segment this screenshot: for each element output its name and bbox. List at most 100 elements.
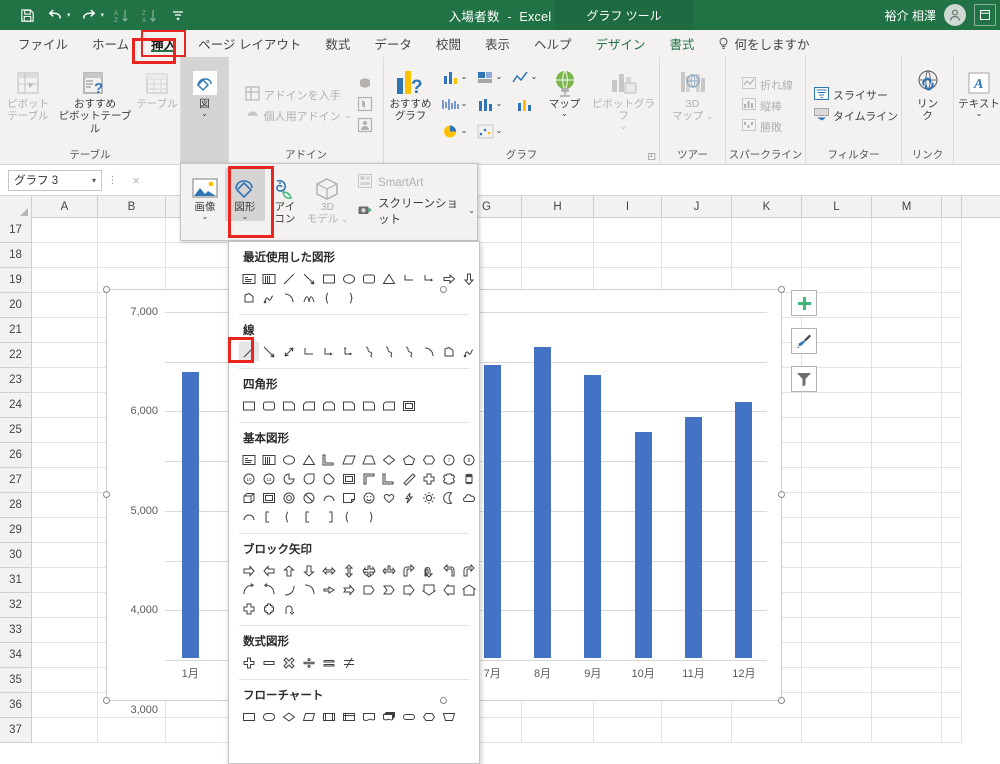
cell-M30[interactable] <box>872 543 942 568</box>
cell-M24[interactable] <box>872 393 942 418</box>
shape-item-rarr2[interactable] <box>459 561 479 580</box>
shape-item-notch[interactable] <box>339 580 359 599</box>
screenshot-button[interactable]: スクリーンショット ⌄ <box>358 195 475 227</box>
name-box[interactable]: グラフ 3 ▾ <box>8 169 102 191</box>
cell-B37[interactable] <box>98 718 166 743</box>
shape-item-smiley[interactable] <box>359 488 379 507</box>
bar-10月[interactable] <box>634 431 652 658</box>
pivot-chart-button[interactable]: ピボットグラフ ⌄ <box>588 60 660 131</box>
cell-undefined24[interactable] <box>942 393 962 418</box>
cell-A17[interactable] <box>32 218 98 243</box>
shape-item-teardrop[interactable] <box>299 469 319 488</box>
cell-M31[interactable] <box>872 568 942 593</box>
shape-item-ablh[interactable] <box>319 561 339 580</box>
shape-item-round2[interactable] <box>379 396 399 415</box>
resize-handle-bottom-right[interactable] <box>778 697 785 704</box>
row-header-31[interactable]: 31 <box>0 568 32 593</box>
row-header-29[interactable]: 29 <box>0 518 32 543</box>
shape-item-rect[interactable] <box>239 396 259 415</box>
cell-M32[interactable] <box>872 593 942 618</box>
cell-M27[interactable] <box>872 468 942 493</box>
cell-L31[interactable] <box>802 568 872 593</box>
shape-item-div[interactable] <box>299 653 319 672</box>
row-header-20[interactable]: 20 <box>0 293 32 318</box>
pivot-table-button[interactable]: ピボット テーブル <box>0 60 56 131</box>
shape-item-curve1[interactable] <box>359 342 379 361</box>
shape-item-larr[interactable] <box>439 561 459 580</box>
undo-dropdown-icon[interactable]: ▾ <box>67 11 71 19</box>
shape-item-oct[interactable]: 8 <box>459 450 479 469</box>
3d-models-button[interactable]: 3D モデル ⌄ <box>305 168 350 225</box>
row-header-21[interactable]: 21 <box>0 318 32 343</box>
shape-item-fcterm[interactable] <box>399 707 419 726</box>
shape-item-noentry[interactable] <box>299 488 319 507</box>
sparkline-line-button[interactable]: 折れ線 <box>742 74 793 95</box>
cell-A20[interactable] <box>32 293 98 318</box>
chevron-down-icon[interactable]: ⌄ <box>976 110 983 118</box>
resize-handle-top-right[interactable] <box>778 286 785 293</box>
formula-bar-grip[interactable]: ⋮ <box>102 175 124 186</box>
shape-item-snipd[interactable] <box>319 396 339 415</box>
chevron-down-icon[interactable]: ⌄ <box>496 127 503 135</box>
cell-I37[interactable] <box>594 718 662 743</box>
cell-A25[interactable] <box>32 418 98 443</box>
column-header-L[interactable]: L <box>802 196 872 218</box>
cell-M26[interactable] <box>872 443 942 468</box>
column-header-H[interactable]: H <box>522 196 594 218</box>
cell-M25[interactable] <box>872 418 942 443</box>
cell-M22[interactable] <box>872 343 942 368</box>
shape-item-fcint[interactable] <box>339 707 359 726</box>
cell-undefined33[interactable] <box>942 618 962 643</box>
cell-undefined21[interactable] <box>942 318 962 343</box>
shape-item-heart[interactable] <box>379 488 399 507</box>
cell-H18[interactable] <box>522 243 594 268</box>
shape-item-cross4[interactable] <box>259 599 279 618</box>
visio-addin-icon[interactable] <box>357 75 373 94</box>
map-chart-button[interactable]: マップ ⌄ <box>542 60 588 118</box>
shape-item-abld[interactable] <box>299 561 319 580</box>
cell-I18[interactable] <box>594 243 662 268</box>
cell-undefined32[interactable] <box>942 593 962 618</box>
shape-item-rrect[interactable] <box>259 396 279 415</box>
shape-item-darrow[interactable] <box>459 269 479 288</box>
chevron-down-icon[interactable]: ⌄ <box>345 112 352 120</box>
cell-L32[interactable] <box>802 593 872 618</box>
restore-window-button[interactable] <box>974 4 996 26</box>
shape-item-conn2[interactable] <box>419 269 439 288</box>
cell-K17[interactable] <box>732 218 802 243</box>
cell-L27[interactable] <box>802 468 872 493</box>
shape-item-line[interactable] <box>239 342 259 361</box>
shape-item-bentarr[interactable] <box>399 561 419 580</box>
shape-item-brkt1[interactable] <box>299 507 319 526</box>
shape-item-lshape2[interactable] <box>319 450 339 469</box>
chevron-down-icon[interactable]: ⌄ <box>242 213 249 221</box>
charts-dialog-launcher[interactable]: ◰ <box>647 151 656 162</box>
sort-descending-icon[interactable]: ZA <box>137 3 163 27</box>
waterfall-chart-button[interactable]: ⌄ <box>438 91 472 117</box>
shape-item-dtab[interactable] <box>419 580 439 599</box>
shape-item-abl3[interactable] <box>379 561 399 580</box>
cell-undefined30[interactable] <box>942 543 962 568</box>
cell-A22[interactable] <box>32 343 98 368</box>
shape-item-snip2[interactable] <box>299 396 319 415</box>
row-header-23[interactable]: 23 <box>0 368 32 393</box>
cell-B17[interactable] <box>98 218 166 243</box>
shape-item-fcproc[interactable] <box>239 707 259 726</box>
shape-item-curve[interactable] <box>299 288 319 307</box>
cell-M17[interactable] <box>872 218 942 243</box>
cell-A32[interactable] <box>32 593 98 618</box>
cancel-entry-button[interactable]: × <box>124 173 148 188</box>
shape-item-freeform[interactable] <box>439 342 459 361</box>
shape-item-curvu[interactable] <box>279 580 299 599</box>
cell-L35[interactable] <box>802 668 872 693</box>
shape-item-bevel[interactable] <box>259 488 279 507</box>
icons-button[interactable]: アイ コン <box>265 168 305 225</box>
shape-item-moon[interactable] <box>439 488 459 507</box>
cell-M23[interactable] <box>872 368 942 393</box>
3d-map-button[interactable]: 3D マップ ⌄ <box>663 60 723 123</box>
cell-A18[interactable] <box>32 243 98 268</box>
table-button[interactable]: テーブル <box>134 60 180 110</box>
smartart-button[interactable]: SmartArt <box>358 174 475 191</box>
shape-item-utab[interactable] <box>459 580 479 599</box>
shape-item-mult[interactable] <box>279 653 299 672</box>
